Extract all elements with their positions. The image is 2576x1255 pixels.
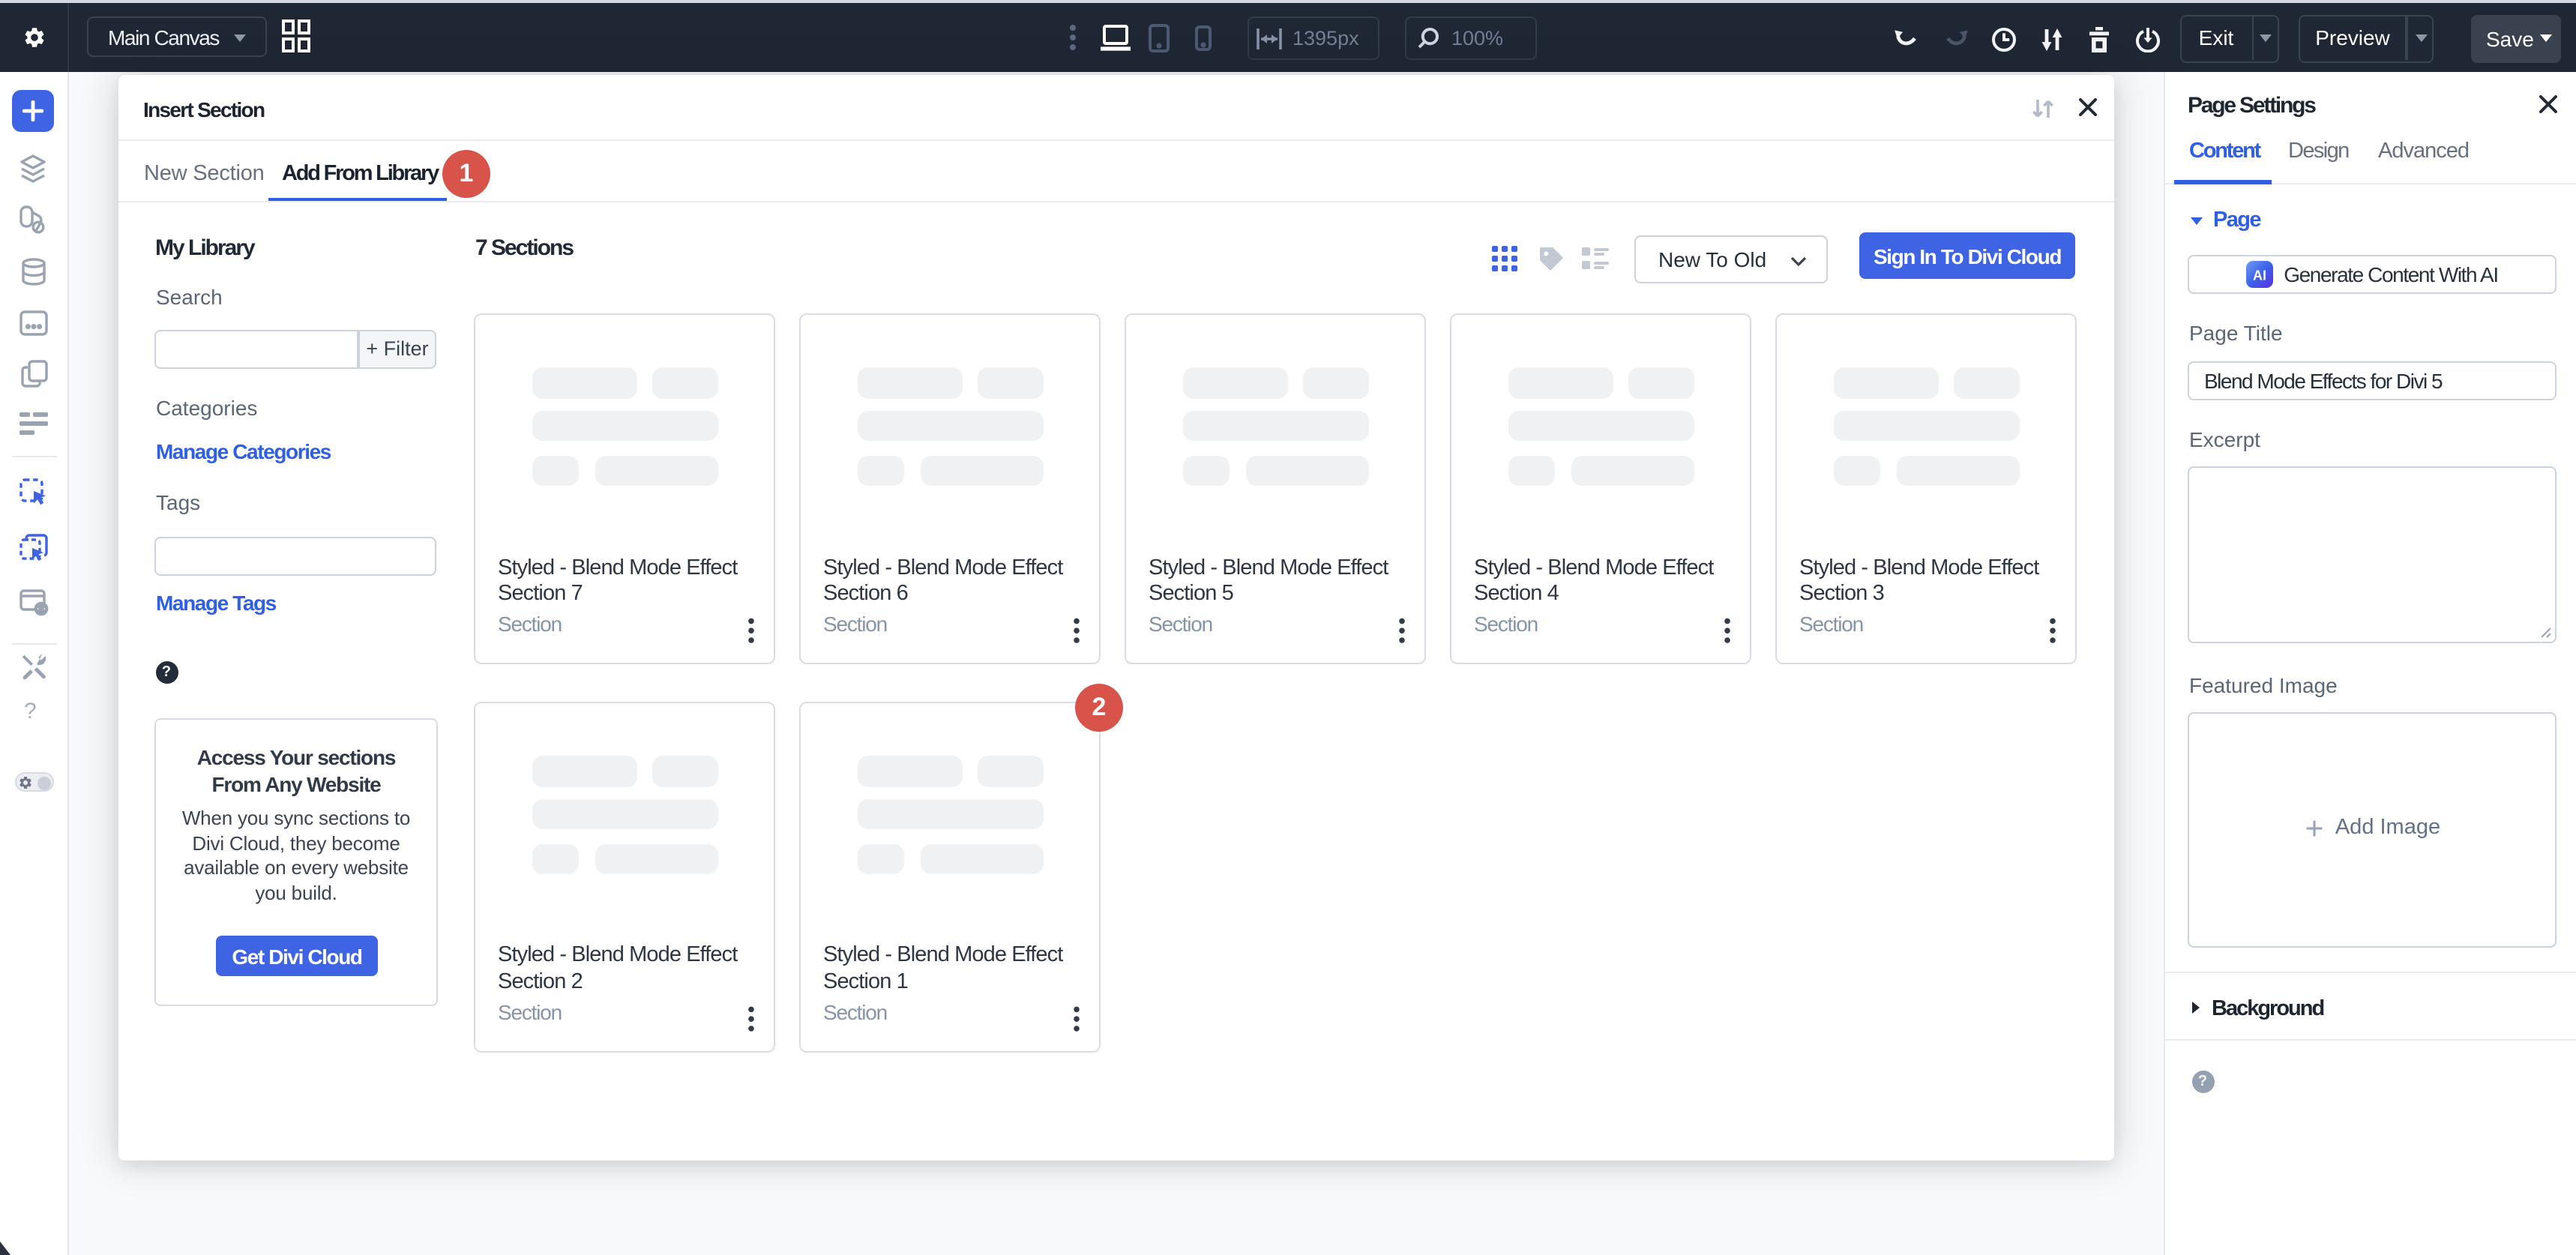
svg-text:AI: AI — [2253, 268, 2266, 283]
